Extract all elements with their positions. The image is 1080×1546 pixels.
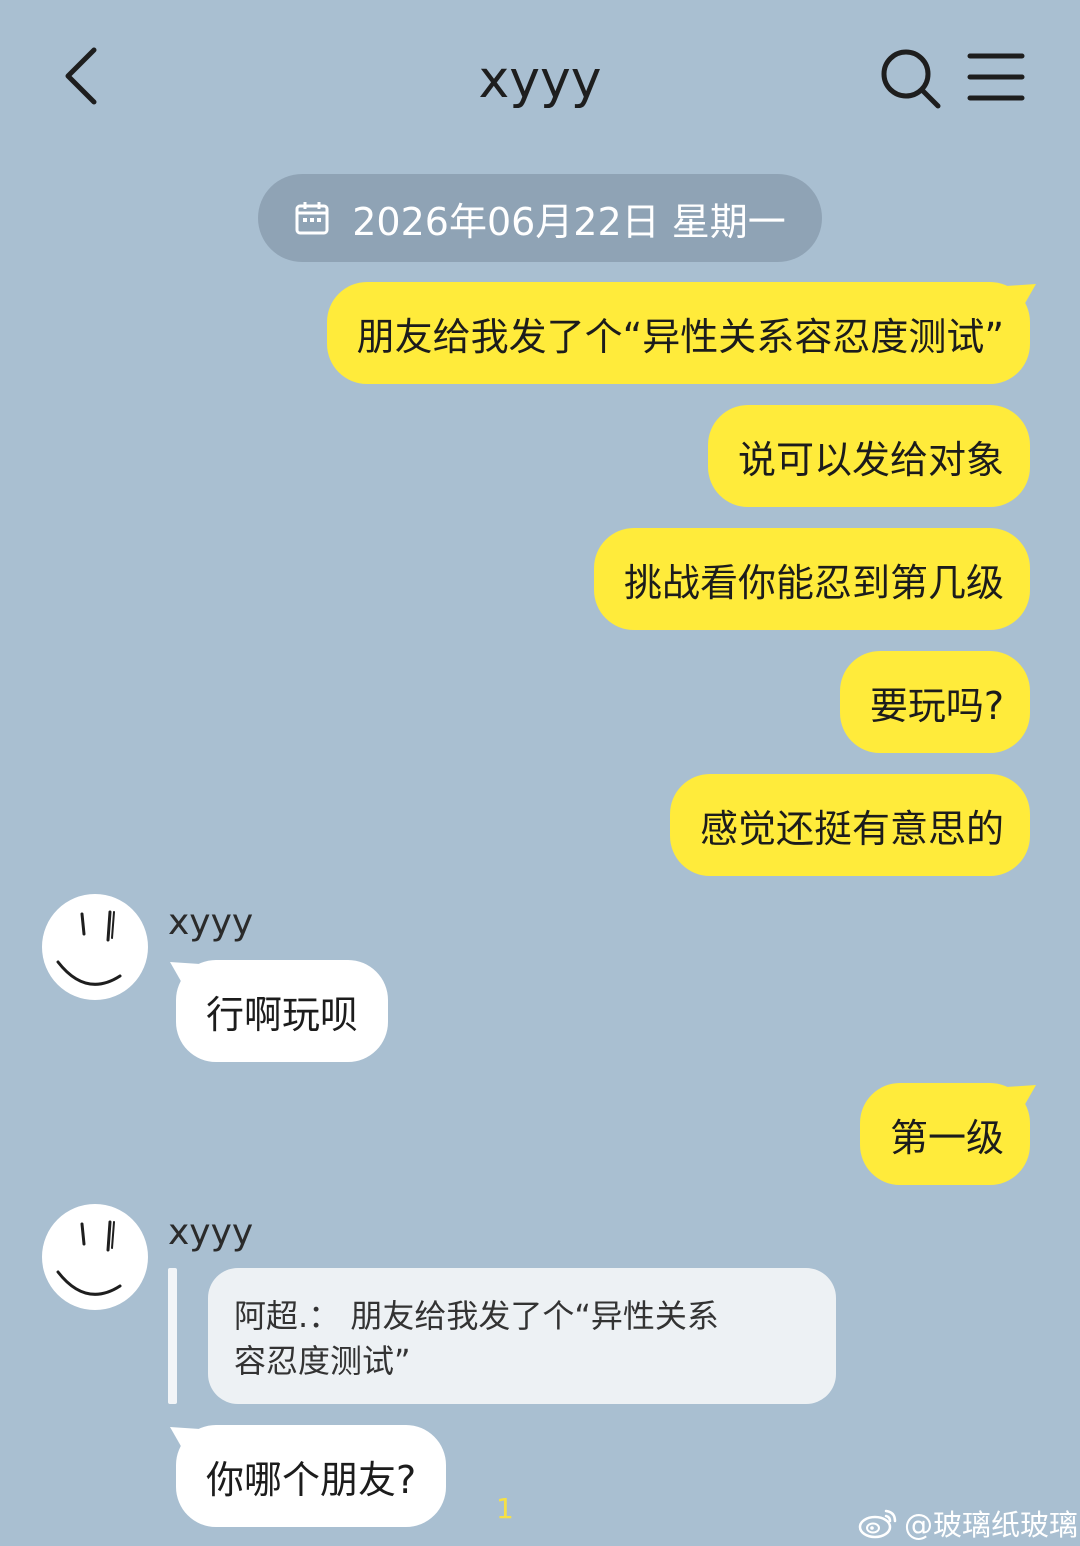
outgoing-message[interactable]: 第一级: [859, 1083, 1036, 1185]
menu-button[interactable]: [966, 50, 1026, 104]
message-text: 你哪个朋友?: [206, 1457, 417, 1502]
quote-bar: [168, 1268, 177, 1404]
quote-line-1: 阿超.： 朋友给我发了个“异性关系: [234, 1297, 719, 1335]
quoted-message[interactable]: 阿超.： 朋友给我发了个“异性关系 容忍度测试”: [208, 1268, 836, 1404]
outgoing-message[interactable]: 要玩吗?: [839, 651, 1030, 753]
message-text: 要玩吗?: [869, 683, 1004, 728]
quote-line-2: 容忍度测试”: [234, 1342, 411, 1380]
bubble-tail: [170, 962, 200, 990]
unread-count: 1: [496, 1492, 514, 1525]
search-button[interactable]: [878, 46, 942, 110]
message-text: 朋友给我发了个“异性关系容忍度测试”: [356, 314, 1004, 359]
bubble-tail: [1006, 1085, 1036, 1113]
avatar[interactable]: [42, 894, 148, 1000]
message-text: 感觉还挺有意思的: [699, 806, 1004, 851]
smiley-face-icon: [56, 1220, 122, 1296]
menu-icon: [967, 53, 1025, 101]
incoming-message[interactable]: 你哪个朋友?: [170, 1425, 447, 1527]
date-divider: 2026年06月22日 星期一: [258, 174, 822, 262]
weibo-icon: [858, 1509, 897, 1539]
sender-name: xyyy: [168, 1212, 254, 1253]
outgoing-message[interactable]: 朋友给我发了个“异性关系容忍度测试”: [326, 282, 1036, 384]
watermark-text: @玻璃纸玻璃: [904, 1508, 1079, 1542]
incoming-message[interactable]: 行啊玩呗: [170, 960, 389, 1062]
calendar-icon: [295, 202, 329, 235]
outgoing-message[interactable]: 感觉还挺有意思的: [669, 774, 1030, 876]
outgoing-message[interactable]: 说可以发给对象: [707, 405, 1030, 507]
bubble-tail: [1006, 284, 1036, 312]
search-icon: [881, 49, 941, 109]
message-text: 行啊玩呗: [206, 992, 359, 1037]
date-text: 2026年06月22日 星期一: [352, 199, 786, 244]
smiley-face-icon: [56, 910, 122, 986]
message-text: 挑战看你能忍到第几级: [623, 560, 1004, 605]
avatar[interactable]: [42, 1204, 148, 1310]
sender-name: xyyy: [168, 902, 254, 943]
message-text: 第一级: [889, 1115, 1004, 1160]
watermark: @玻璃纸玻璃: [858, 1502, 1078, 1544]
message-text: 说可以发给对象: [737, 437, 1004, 482]
bubble-tail: [170, 1427, 200, 1455]
outgoing-message[interactable]: 挑战看你能忍到第几级: [593, 528, 1030, 630]
